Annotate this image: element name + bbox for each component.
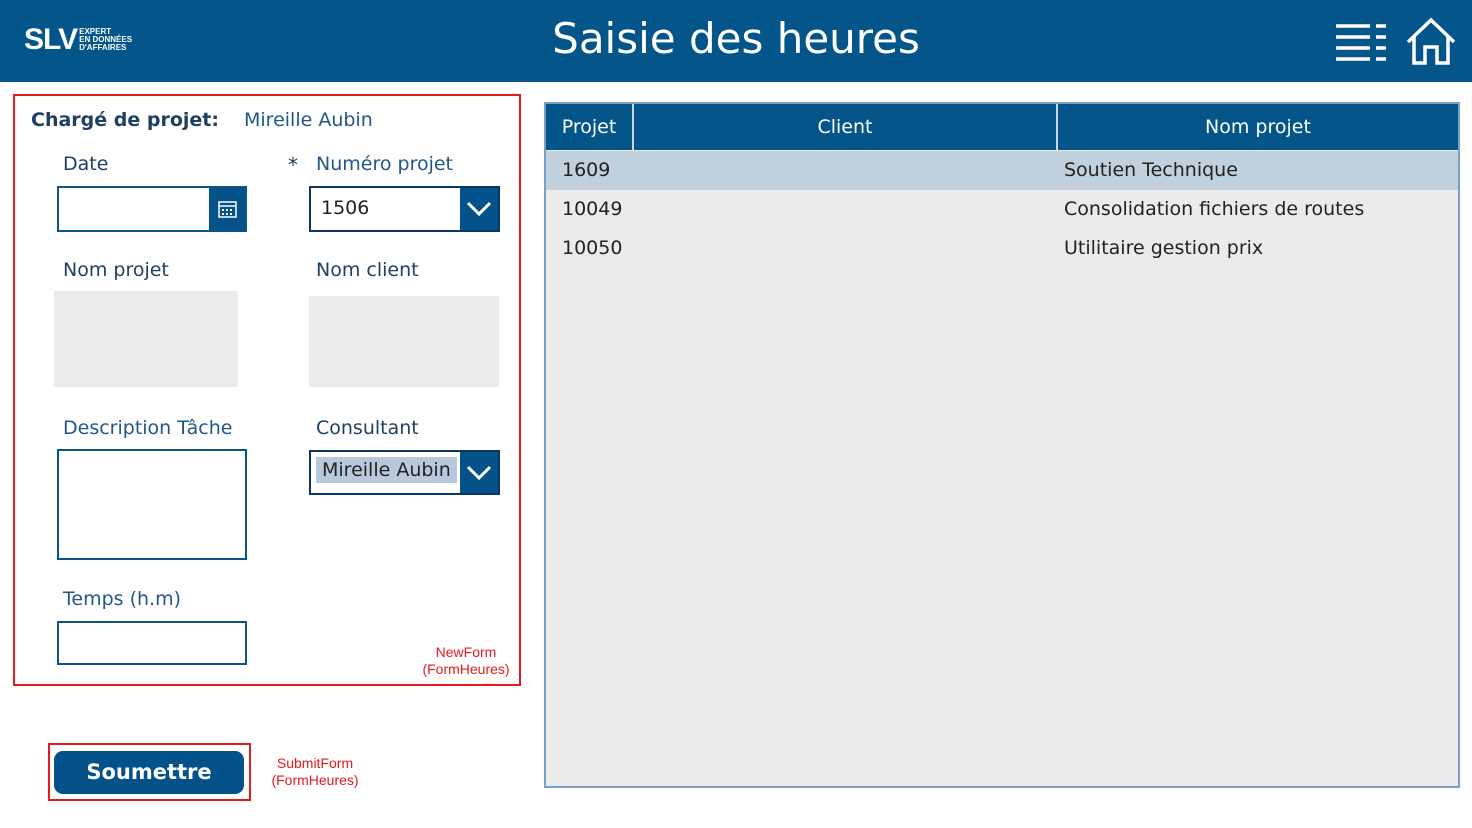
column-header-nom-projet[interactable]: Nom projet (1058, 104, 1458, 150)
nom-projet-display (54, 291, 238, 387)
nom-client-display (309, 296, 499, 387)
column-header-projet[interactable]: Projet (546, 104, 632, 150)
charge-projet-label: Chargé de projet: (31, 109, 219, 131)
table-row[interactable]: 1609 Soutien Technique (546, 151, 1458, 190)
temps-label: Temps (h.m) (63, 588, 181, 610)
calendar-icon[interactable] (209, 188, 245, 230)
cell-projet: 1609 (562, 159, 611, 181)
temps-input[interactable] (57, 621, 247, 665)
charge-projet-value: Mireille Aubin (244, 109, 373, 131)
consultant-value: Mireille Aubin (316, 457, 457, 483)
numero-projet-label: Numéro projet (316, 153, 454, 175)
cell-projet: 10049 (562, 198, 623, 220)
description-tache-label: Description Tâche (63, 417, 233, 439)
cell-projet: 10050 (562, 237, 623, 259)
cell-nom-projet: Soutien Technique (1064, 159, 1238, 181)
chevron-down-icon[interactable] (460, 452, 498, 493)
nom-client-label: Nom client (316, 259, 419, 281)
date-label: Date (63, 153, 109, 175)
home-icon[interactable] (1405, 17, 1459, 66)
newform-annotation: NewForm (FormHeures) (422, 644, 510, 677)
cell-nom-projet: Utilitaire gestion prix (1064, 237, 1264, 259)
required-asterisk: * (288, 153, 298, 177)
cell-nom-projet: Consolidation fichiers de routes (1064, 198, 1365, 220)
numero-projet-dropdown[interactable]: 1506 (309, 186, 500, 232)
table-header: Projet Client Nom projet (546, 104, 1458, 150)
projects-table: Projet Client Nom projet 1609 Soutien Te… (544, 102, 1460, 788)
submit-button[interactable]: Soumettre (54, 751, 244, 794)
table-row[interactable]: 10049 Consolidation fichiers de routes (546, 190, 1458, 229)
menu-list-icon[interactable] (1334, 18, 1388, 66)
column-header-client[interactable]: Client (634, 104, 1056, 150)
numero-projet-value: 1506 (321, 197, 370, 219)
nom-projet-label: Nom projet (63, 259, 169, 281)
description-tache-input[interactable] (57, 449, 247, 560)
table-row[interactable]: 10050 Utilitaire gestion prix (546, 229, 1458, 268)
submitform-annotation: SubmitForm (FormHeures) (271, 755, 359, 788)
app-header: SLV EXPERT EN DONNÉES D'AFFAIRES Saisie … (0, 0, 1472, 82)
date-picker[interactable] (57, 186, 247, 232)
consultant-label: Consultant (316, 417, 419, 439)
consultant-dropdown[interactable]: Mireille Aubin (309, 450, 500, 495)
chevron-down-icon[interactable] (460, 188, 498, 230)
page-title: Saisie des heures (552, 14, 920, 63)
